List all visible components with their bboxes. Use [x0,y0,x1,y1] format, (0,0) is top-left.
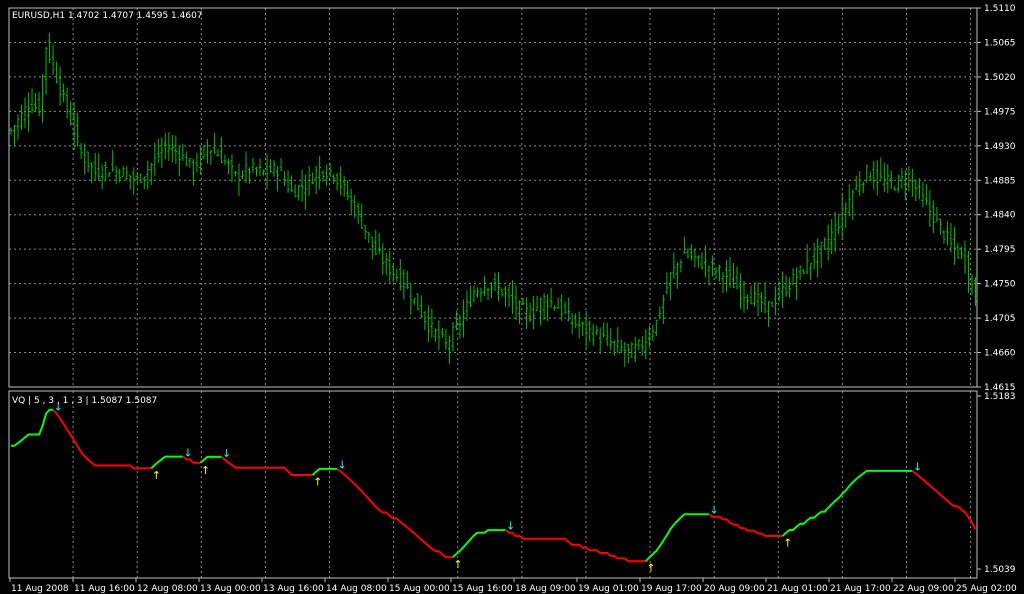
buy-arrow-icon: ↑ [152,469,161,482]
price-chart-header: EURUSD,H1 1.4702 1.4707 1.4595 1.4607 [12,11,203,21]
x-tick-label: 21 Aug 17:00 [830,584,891,594]
indicator-header: VQ | 5 , 3 , 1 , 3 | 1.5087 1.5087 [12,396,157,406]
x-tick-label: 18 Aug 09:00 [515,584,576,594]
sell-arrow-icon: ↓ [183,446,192,459]
x-tick-label: 22 Aug 09:00 [893,584,954,594]
x-tick-label: 15 Aug 16:00 [452,584,513,594]
indicator-y-tick-label: 1.5039 [984,565,1016,575]
x-tick-label: 19 Aug 01:00 [578,584,639,594]
y-tick-label: 1.4795 [984,245,1016,255]
sell-arrow-icon: ↓ [913,461,922,474]
sell-arrow-icon: ↓ [709,504,718,517]
y-tick-label: 1.4975 [984,107,1016,117]
x-tick-label: 15 Aug 00:00 [389,584,450,594]
y-tick-label: 1.5065 [984,38,1016,48]
x-tick-label: 11 Aug 16:00 [74,584,135,594]
buy-arrow-icon: ↑ [453,558,462,571]
indicator-y-tick-label: 1.5183 [984,392,1016,402]
buy-arrow-icon: ↑ [313,476,322,489]
sell-arrow-icon: ↓ [222,447,231,460]
y-tick-label: 1.5110 [984,4,1016,14]
y-tick-label: 1.4885 [984,176,1016,186]
chart-canvas: ↓↑↓↑↓↑↓↑↓↑↓↑↓ 1.51101.50651.50201.49751.… [0,0,1024,594]
x-tick-label: 14 Aug 08:00 [326,584,387,594]
y-tick-label: 1.4930 [984,142,1016,152]
buy-arrow-icon: ↑ [646,561,655,574]
sell-arrow-icon: ↓ [338,459,347,472]
chart-window: ↓ ↑ ↓ ↑ ↓ ↑ ↓ ↑ ↓ ↑ ↓ ↑ ↓ 1.5110 1.5065 1.5020 1.4975 1.… [0,0,1024,594]
buy-arrow-icon: ↑ [783,537,792,550]
x-tick-label: 20 Aug 09:00 [704,584,765,594]
y-tick-label: 1.4660 [984,349,1016,359]
x-tick-label: 12 Aug 08:00 [137,584,198,594]
y-tick-label: 1.4840 [984,211,1016,221]
x-tick-label: 21 Aug 01:00 [767,584,828,594]
sell-arrow-icon: ↓ [506,520,515,533]
y-tick-label: 1.5020 [984,73,1016,83]
chart-background [0,0,1024,594]
x-tick-label: 13 Aug 00:00 [200,584,261,594]
y-tick-label: 1.4750 [984,280,1016,290]
buy-arrow-icon: ↑ [201,464,210,477]
y-tick-label: 1.4705 [984,314,1016,324]
x-tick-label: 19 Aug 17:00 [641,584,702,594]
x-tick-label: 13 Aug 16:00 [263,584,324,594]
x-tick-label: 11 Aug 2008 [11,584,69,594]
x-tick-label: 25 Aug 02:00 [956,584,1017,594]
